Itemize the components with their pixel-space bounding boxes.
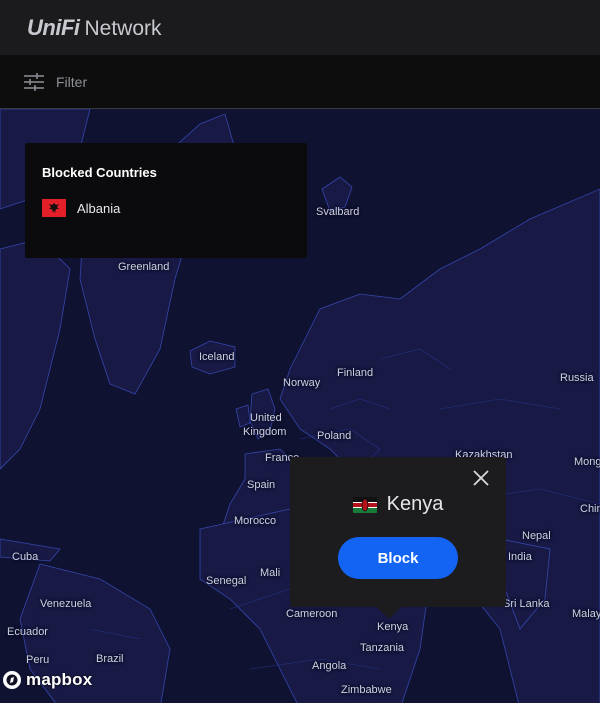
map-label-cameroon: Cameroon [286, 608, 338, 620]
map-label-zimbabwe: Zimbabwe [341, 684, 392, 696]
map-label-norway: Norway [283, 377, 321, 389]
map-label-malaysia: Malay [572, 608, 600, 620]
mapbox-logo-icon [3, 671, 21, 689]
country-popup: Kenya Block [290, 457, 506, 607]
map-label-angola: Angola [312, 660, 347, 672]
map-label-china: Chin [580, 503, 600, 515]
map-label-kingdom: Kingdom [243, 426, 287, 438]
map-label-venezuela: Venezuela [40, 598, 92, 610]
blocked-country-item[interactable]: Albania [42, 199, 120, 217]
block-button[interactable]: Block [338, 537, 458, 579]
close-icon[interactable] [470, 467, 492, 489]
map-label-brazil: Brazil [96, 653, 124, 665]
blocked-countries-title: Blocked Countries [42, 165, 157, 180]
map-label-poland: Poland [317, 430, 352, 442]
map-label-mali: Mali [260, 567, 281, 579]
app-name: Network [84, 16, 162, 40]
map-label-cuba: Cuba [12, 551, 39, 563]
app-brand[interactable]: UniFi Network [27, 15, 162, 41]
map-label-ecuador: Ecuador [7, 626, 48, 638]
map-label-kenya: Kenya [377, 621, 409, 633]
popup-pointer [375, 605, 403, 619]
map-label-iceland: Iceland [199, 351, 235, 363]
map-label-peru: Peru [26, 654, 50, 666]
map-label-spain: Spain [247, 479, 276, 491]
map-label-united: United [250, 412, 282, 424]
map-label-mongolia: Mong [574, 456, 600, 468]
mapbox-attribution[interactable]: mapbox [2, 670, 92, 690]
filter-bar: Filter [0, 55, 600, 109]
albania-flag-icon [42, 199, 66, 217]
mapbox-label: mapbox [26, 670, 93, 689]
popup-country-name: Kenya [386, 493, 444, 515]
map-label-india: India [508, 551, 532, 563]
kenya-flag-icon [352, 496, 377, 513]
unifi-logo: UniFi [27, 14, 80, 40]
blocked-countries-panel: Blocked Countries Albania [25, 143, 307, 258]
map-label-tanzania: Tanzania [360, 642, 405, 654]
map-label-morocco: Morocco [234, 515, 277, 527]
map-label-sri-lanka: Sri Lanka [503, 598, 550, 610]
blocked-country-label: Albania [77, 200, 121, 216]
map-label-senegal: Senegal [206, 575, 247, 587]
map-label-russia: Russia [560, 372, 594, 384]
popup-country: Kenya [290, 493, 506, 516]
map-label-nepal: Nepal [522, 530, 551, 542]
map-label-svalbard: Svalbard [316, 206, 360, 218]
filter-label[interactable]: Filter [56, 74, 87, 90]
top-bar: UniFi Network [0, 0, 600, 55]
map-label-greenland: Greenland [118, 261, 170, 273]
sliders-icon[interactable] [24, 72, 44, 91]
map-label-finland: Finland [337, 367, 374, 379]
